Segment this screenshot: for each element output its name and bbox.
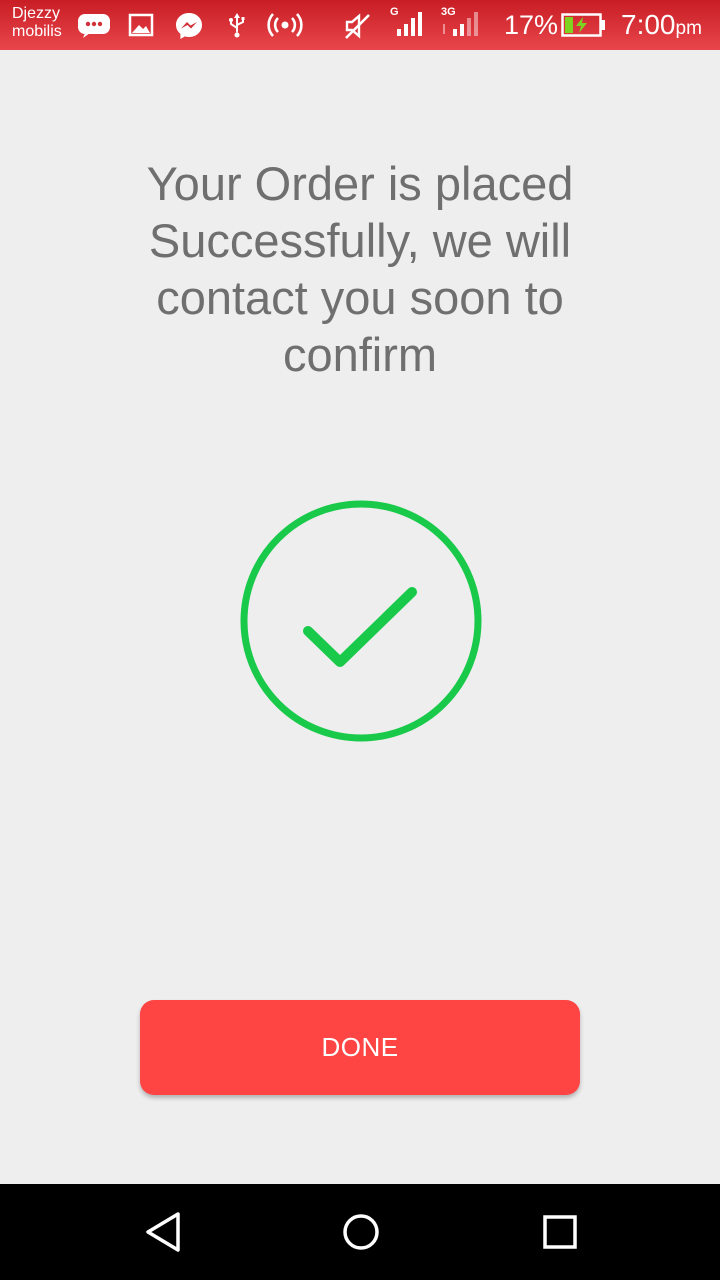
signal-g-icon: G — [388, 6, 428, 40]
done-button[interactable]: DONE — [140, 1000, 580, 1095]
gallery-icon — [128, 13, 154, 42]
clock-time: 7:00 — [621, 9, 676, 40]
mute-icon — [342, 11, 372, 46]
recents-icon[interactable] — [535, 1206, 585, 1263]
battery-percent: 17% — [504, 10, 559, 40]
message-icon — [77, 13, 111, 44]
carrier-line1: Djezzy — [12, 5, 61, 22]
home-icon[interactable] — [336, 1206, 386, 1263]
carrier-line2: mobilis — [12, 23, 62, 40]
signal-3g-icon: 3G — [440, 6, 486, 40]
carrier-name: Djezzy mobilis — [12, 5, 62, 41]
order-success-message: Your Order is placed Successfully, we wi… — [146, 157, 574, 381]
hotspot-icon — [266, 12, 304, 43]
back-icon[interactable] — [140, 1206, 190, 1263]
battery-charging-icon — [561, 13, 607, 42]
usb-icon — [228, 12, 246, 43]
check-circle-icon — [238, 498, 484, 749]
network-type-3g: 3G — [441, 6, 456, 18]
messenger-icon — [174, 11, 204, 46]
status-bar: Djezzy mobilis G 3G 17% 7:00pm — [0, 0, 720, 50]
clock: 7:00pm — [621, 9, 702, 41]
clock-suffix: pm — [675, 18, 702, 39]
network-type-g: G — [390, 6, 399, 18]
navigation-bar — [0, 1184, 720, 1280]
